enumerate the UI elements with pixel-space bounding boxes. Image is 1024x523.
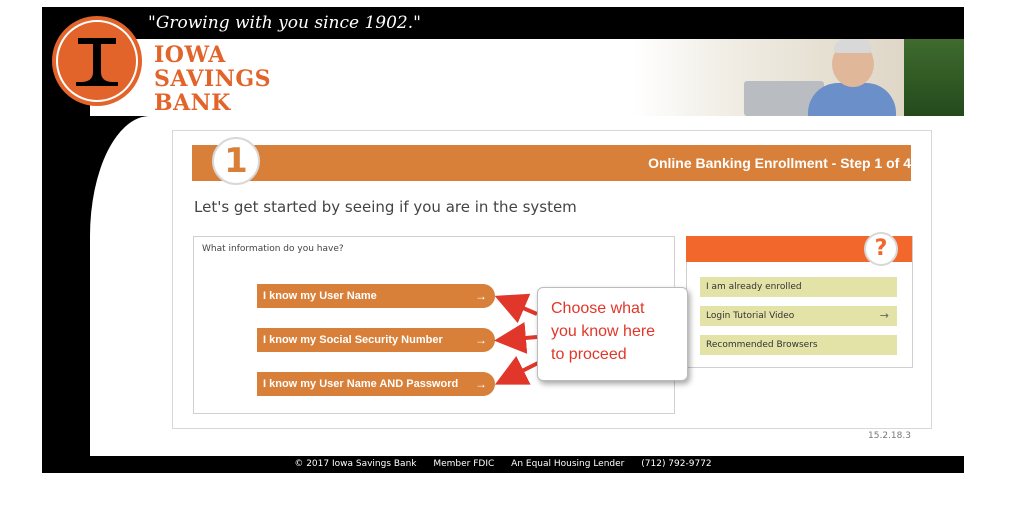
version-number: 15.2.18.3 — [868, 431, 911, 441]
callout-arrows — [494, 293, 541, 385]
footer-fdic[interactable]: Member FDIC — [433, 459, 494, 469]
footer: © 2017 Iowa Savings Bank Member FDIC An … — [42, 456, 964, 473]
callout-line1: Choose what — [551, 300, 645, 317]
footer-housing[interactable]: An Equal Housing Lender — [511, 459, 624, 469]
callout-arrow-2 — [494, 322, 538, 354]
callout-arrow-3 — [494, 355, 541, 385]
footer-copyright: © 2017 Iowa Savings Bank — [294, 459, 417, 469]
footer-phone[interactable]: (712) 792-9772 — [641, 459, 711, 469]
callout-line2: you know here — [551, 323, 656, 340]
instruction-callout: Choose what you know here to proceed — [537, 287, 688, 381]
callout-line3: to proceed — [551, 346, 627, 363]
callout-arrow-1 — [494, 293, 538, 324]
